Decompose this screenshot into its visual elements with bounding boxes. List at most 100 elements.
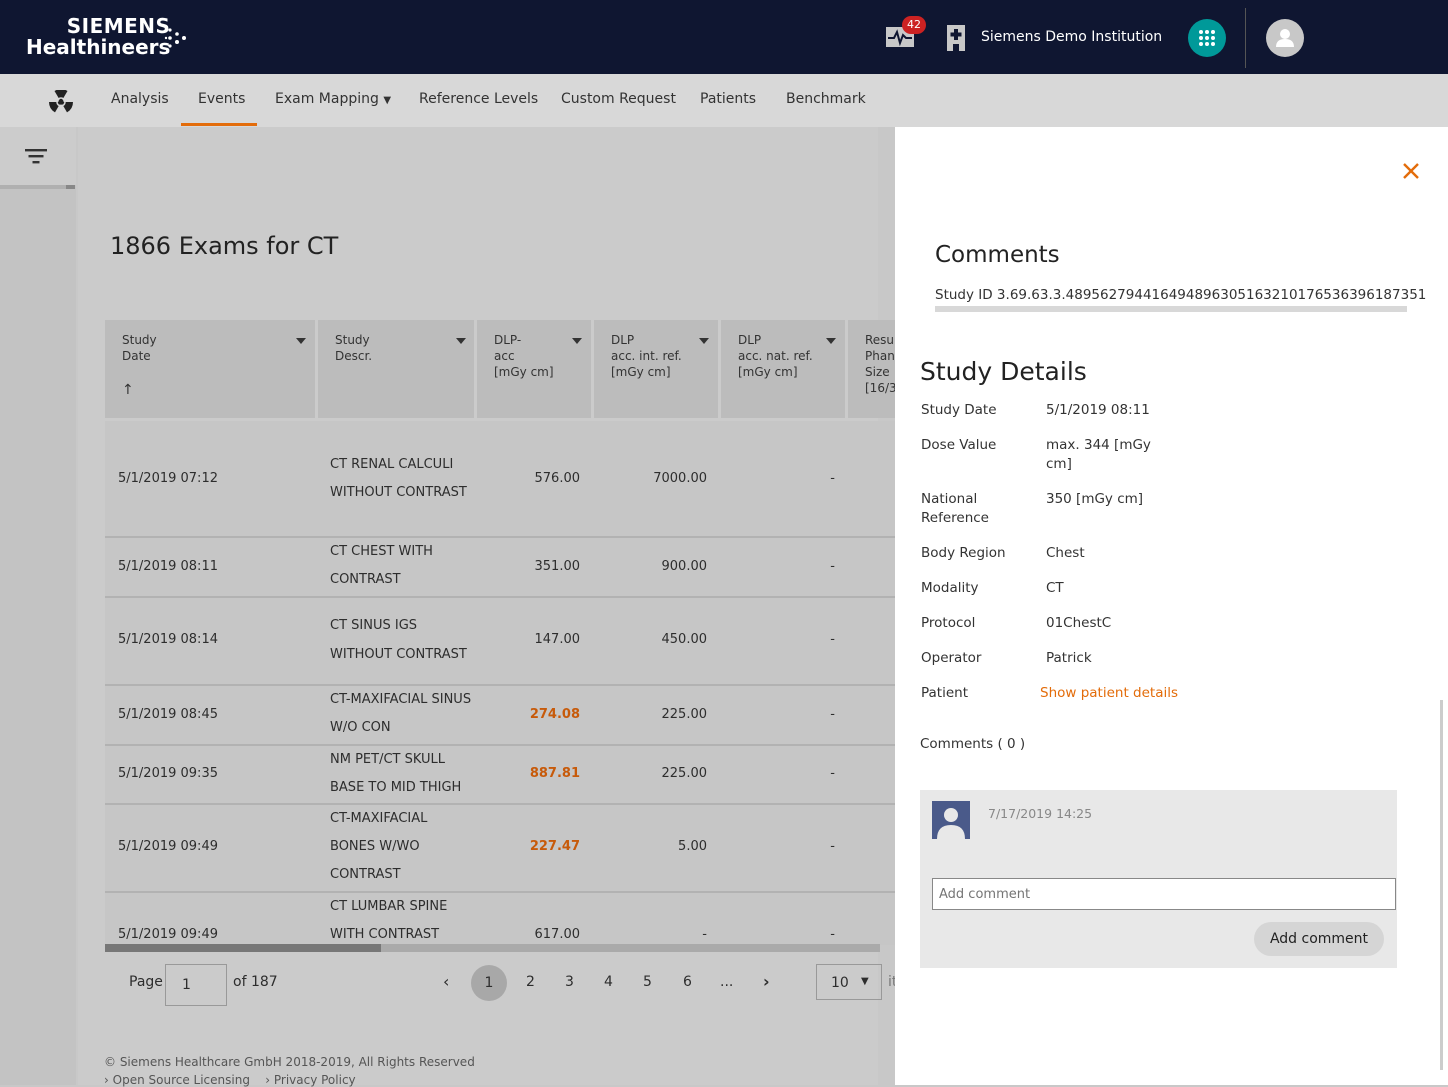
app-header: SIEMENS Healthineers 42 Siemens Demo Ins… [0, 0, 1448, 74]
chevron-right-icon[interactable]: › [763, 972, 770, 991]
chevron-left-icon[interactable]: ‹ [443, 972, 449, 991]
table-header: Study Date ↑ Study Descr. DLP- acc [mGy … [105, 320, 895, 418]
column-menu-icon[interactable] [572, 338, 582, 344]
study-id: Study ID 3.69.63.3.489562794416494896305… [935, 287, 1427, 303]
page-button[interactable]: 4 [604, 974, 613, 990]
add-comment-button[interactable]: Add comment [1254, 922, 1384, 956]
exams-table: Study Date ↑ Study Descr. DLP- acc [mGy … [105, 320, 895, 945]
radiation-icon[interactable] [48, 90, 74, 114]
study-details-panel: Comments Study ID 3.69.63.3.489562794416… [895, 127, 1448, 1085]
table-row[interactable]: 5/1/2019 08:14 CT SINUS IGS WITHOUT CONT… [105, 598, 895, 686]
detail-label: Operator [921, 650, 982, 666]
user-avatar-button[interactable] [1266, 19, 1304, 57]
logo-dots-icon [164, 28, 186, 48]
detail-value: 5/1/2019 08:11 [1046, 402, 1150, 418]
column-menu-icon[interactable] [296, 338, 306, 344]
panel-scrollbar[interactable] [1440, 700, 1443, 1070]
page-button[interactable]: 3 [565, 974, 574, 990]
detail-label: Modality [921, 580, 979, 596]
page-button-current[interactable]: 1 [471, 965, 507, 1001]
detail-value: CT [1046, 580, 1064, 596]
comments-count: Comments ( 0 ) [920, 736, 1026, 752]
detail-value: Patrick [1046, 650, 1092, 666]
pagination: Page 1 of 187 ‹ 1 2 3 4 5 6 ... › 10 ▼ i… [105, 962, 897, 1008]
detail-value: max. 344 [mGy cm] [1046, 437, 1151, 472]
dlp-value-exceeded: 227.47 [529, 839, 580, 854]
table-row[interactable]: 5/1/2019 09:49 CT-MAXIFACIAL BONES W/WO … [105, 805, 895, 893]
table-horizontal-scrollbar[interactable] [105, 944, 880, 952]
filter-icon [25, 149, 47, 164]
study-details-title: Study Details [920, 357, 1087, 386]
nav-item-custom-request[interactable]: Custom Request [561, 91, 676, 107]
detail-label: Body Region [921, 545, 1006, 561]
column-header-study-date[interactable]: Study Date ↑ [105, 320, 315, 418]
column-menu-icon[interactable] [456, 338, 466, 344]
page-title: 1866 Exams for CT [110, 232, 339, 260]
dlp-value: 617.00 [534, 927, 581, 942]
column-menu-icon[interactable] [699, 338, 709, 344]
user-icon [1276, 29, 1294, 47]
dlp-value-exceeded: 274.08 [529, 707, 580, 722]
close-icon[interactable] [1400, 160, 1422, 182]
apps-grid-button[interactable] [1188, 19, 1226, 57]
page-button[interactable]: 2 [526, 974, 535, 990]
nav-item-events[interactable]: Events [198, 91, 245, 107]
user-silhouette-icon [932, 801, 970, 839]
filter-sidebar [0, 127, 76, 1085]
sort-ascending-icon[interactable]: ↑ [122, 382, 315, 398]
detail-value: 01ChestC [1046, 615, 1112, 631]
column-header-phantom-size[interactable]: Resu Phan Size [16/3 [848, 320, 895, 418]
column-header-dlp-int-ref[interactable]: DLP acc. int. ref. [mGy cm] [594, 320, 718, 418]
caret-down-icon: ▼ [861, 976, 869, 987]
footer: © Siemens Healthcare GmbH 2018-2019, All… [104, 1055, 475, 1087]
nav-item-exam-mapping[interactable]: Exam Mapping ▼ [275, 91, 391, 107]
header-divider [1245, 8, 1246, 68]
show-patient-details-link[interactable]: Show patient details [1040, 684, 1178, 703]
detail-value: Chest [1046, 545, 1085, 561]
filter-button[interactable] [0, 127, 76, 185]
dlp-value: 351.00 [534, 559, 581, 574]
notification-badge: 42 [902, 16, 926, 34]
nav-item-benchmark[interactable]: Benchmark [786, 91, 866, 107]
main-nav: Analysis Events Exam Mapping ▼ Reference… [0, 74, 1448, 127]
nav-item-patients[interactable]: Patients [700, 91, 756, 107]
column-header-study-descr[interactable]: Study Descr. [318, 320, 474, 418]
table-row[interactable]: 5/1/2019 08:45 CT-MAXIFACIAL SINUS W/O C… [105, 686, 895, 746]
table-row[interactable]: 5/1/2019 09:49 CT LUMBAR SPINE WITH CONT… [105, 893, 895, 945]
table-row[interactable]: 5/1/2019 07:12 CT RENAL CALCULI WITHOUT … [105, 421, 895, 538]
sidebar-divider [0, 185, 66, 189]
detail-label: Dose Value [921, 437, 997, 453]
column-menu-icon[interactable] [826, 338, 836, 344]
comment-box: 7/17/2019 14:25 Add comment [920, 790, 1397, 968]
sidebar-scroll-marker [66, 185, 75, 189]
nav-item-analysis[interactable]: Analysis [111, 91, 169, 107]
dlp-value: 576.00 [534, 471, 581, 486]
column-header-dlp-nat-ref[interactable]: DLP acc. nat. ref. [mGy cm] [721, 320, 845, 418]
avatar [932, 801, 970, 839]
page-button[interactable]: 5 [643, 974, 652, 990]
caret-down-icon: ▼ [383, 95, 392, 106]
comments-title: Comments [935, 242, 1060, 268]
dlp-value-exceeded: 887.81 [529, 766, 580, 781]
column-header-dlp-acc[interactable]: DLP- acc [mGy cm] [477, 320, 591, 418]
detail-label: Study Date [921, 402, 997, 418]
hospital-icon[interactable] [946, 24, 966, 52]
table-row[interactable]: 5/1/2019 08:11 CT CHEST WITH CONTRAST 35… [105, 538, 895, 598]
page-number-input[interactable]: 1 [165, 964, 227, 1006]
dlp-value: 147.00 [534, 632, 581, 647]
table-row[interactable]: 5/1/2019 09:35 NM PET/CT SKULL BASE TO M… [105, 746, 895, 805]
detail-label: Protocol [921, 615, 976, 631]
detail-label: Patient [921, 685, 969, 701]
detail-value: 350 [mGy cm] [1046, 491, 1144, 507]
add-comment-input[interactable] [932, 878, 1396, 910]
institution-name[interactable]: Siemens Demo Institution [981, 29, 1162, 45]
nav-item-reference-levels[interactable]: Reference Levels [419, 91, 538, 107]
page-ellipsis: ... [720, 974, 734, 990]
scrollbar-thumb[interactable] [105, 944, 381, 952]
page-button[interactable]: 6 [683, 974, 692, 990]
study-id-scrollbar[interactable] [935, 306, 1407, 312]
page-size-select[interactable]: 10 ▼ [816, 964, 882, 1000]
siemens-healthineers-logo[interactable]: SIEMENS Healthineers [26, 16, 186, 58]
copyright-text: © Siemens Healthcare GmbH 2018-2019, All… [104, 1055, 475, 1069]
comment-timestamp: 7/17/2019 14:25 [988, 806, 1093, 821]
